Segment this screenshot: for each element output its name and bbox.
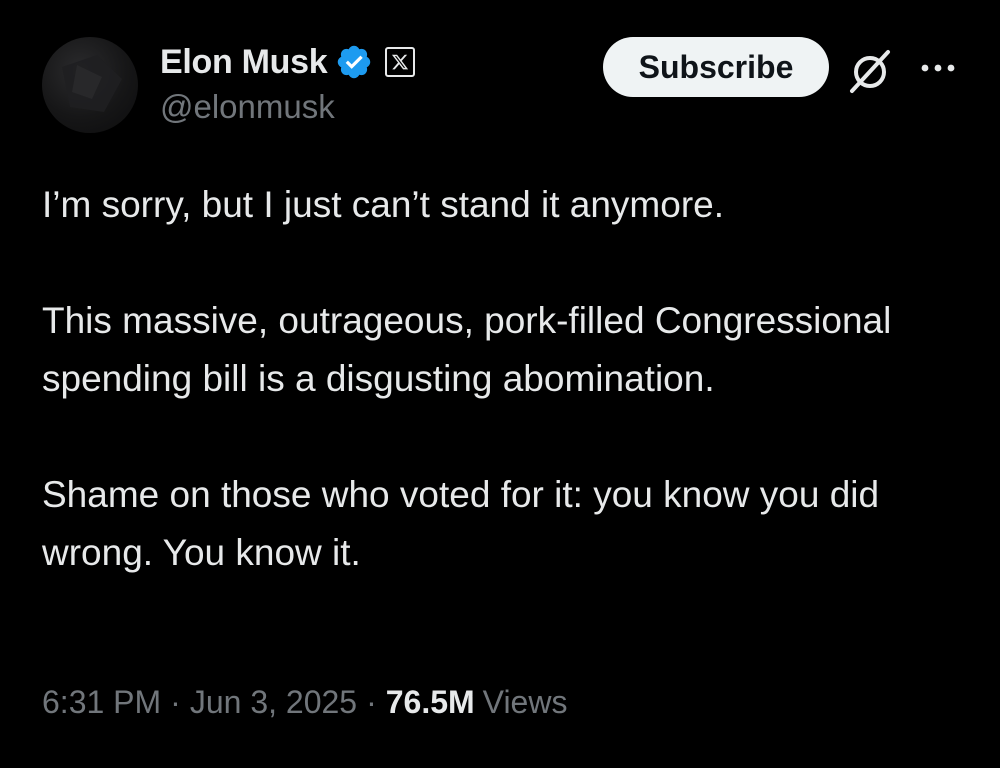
tweet-date[interactable]: Jun 3, 2025 — [190, 684, 357, 721]
author-handle[interactable]: @elonmusk — [160, 88, 335, 126]
avatar[interactable] — [42, 37, 138, 133]
tweet-card: Elon Musk @elonmusk Subscribe I’m sorry,… — [0, 0, 1000, 768]
meta-separator: · — [170, 684, 181, 720]
avatar-image-icon — [62, 55, 122, 112]
x-affiliate-badge-icon[interactable] — [385, 47, 416, 77]
tweet-paragraph: I’m sorry, but I just can’t stand it any… — [42, 184, 725, 225]
subscribe-button[interactable]: Subscribe — [603, 37, 829, 97]
tweet-time[interactable]: 6:31 PM — [42, 684, 161, 721]
verified-badge-icon[interactable] — [335, 43, 373, 81]
tweet-paragraph: Shame on those who voted for it: you kno… — [42, 474, 880, 573]
meta-separator: · — [366, 684, 377, 720]
tweet-paragraph: This massive, outrageous, pork-filled Co… — [42, 300, 892, 399]
more-horizontal-icon[interactable] — [916, 58, 960, 78]
author-display-name[interactable]: Elon Musk — [160, 43, 328, 82]
tweet-text: I’m sorry, but I just can’t stand it any… — [42, 176, 962, 582]
author-name-row: Elon Musk — [160, 40, 416, 84]
grok-icon[interactable] — [846, 47, 894, 95]
views-label[interactable]: Views — [483, 684, 568, 721]
tweet-meta: 6:31 PM · Jun 3, 2025 · 76.5M Views — [42, 684, 567, 721]
views-count[interactable]: 76.5M — [386, 684, 475, 721]
